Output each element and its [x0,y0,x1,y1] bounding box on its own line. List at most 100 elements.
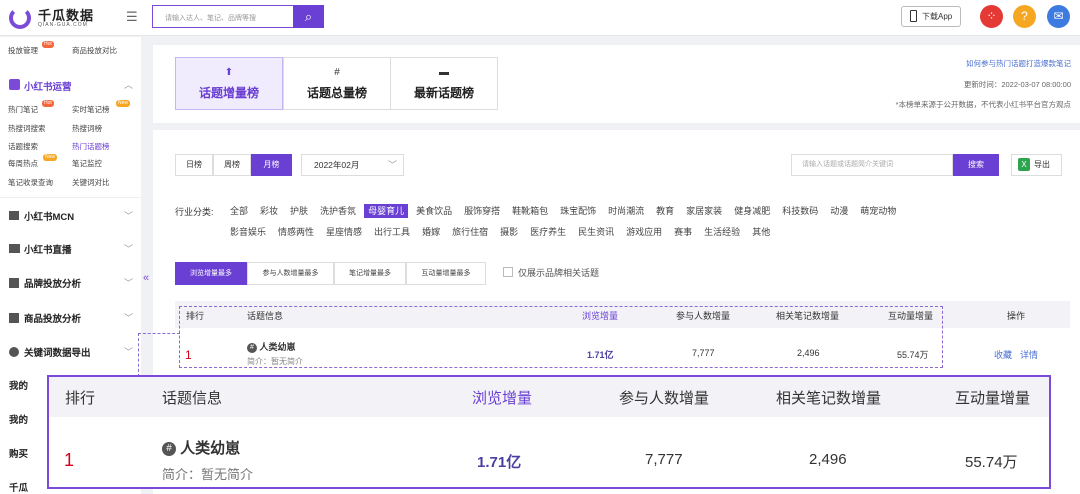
sidebar-section-my-fav[interactable]: 我的 [9,412,28,426]
category-categories_row1-13[interactable]: 科技数码 [778,204,822,218]
chevron-down-icon[interactable]: ﹀ [124,311,133,324]
sort-tab-participants[interactable]: 参与人数增量最多 [247,262,334,285]
category-categories_row1-4[interactable]: 母婴育儿 [364,204,409,218]
category-categories_row2-9[interactable]: 游戏应用 [622,225,666,239]
category-categories_row1-8[interactable]: 珠宝配饰 [556,204,600,218]
chevron-down-icon[interactable]: ﹀ [124,276,133,289]
sidebar-item-hot-topics[interactable]: 热门话题榜 [72,141,110,152]
message-icon[interactable]: ✉ [1047,5,1070,28]
detail-link[interactable]: 详情 [1020,348,1038,361]
menu-toggle-icon[interactable]: ☰ [126,9,138,25]
tab-topic-latest[interactable]: ▬ 最新话题榜 [390,57,498,110]
chevron-down-icon[interactable]: ﹀ [388,158,397,171]
highlight-box [179,306,943,368]
category-categories_row1-12[interactable]: 健身减肥 [730,204,774,218]
category-categories_row1-9[interactable]: 时尚潮流 [604,204,648,218]
category-categories_row2-4[interactable]: 婚嫁 [418,225,444,239]
category-categories_row2-0[interactable]: 影音娱乐 [226,225,270,239]
sidebar-item-weekly[interactable]: 每周热点 [8,158,38,169]
category-categories_row1-2[interactable]: 护肤 [286,204,312,218]
sidebar-section-qiangua[interactable]: 千瓜 [9,480,28,494]
chevron-down-icon[interactable]: ﹀ [124,345,133,358]
sidebar-section-my[interactable]: 我的 [9,378,28,392]
category-categories_row2-2[interactable]: 星座情感 [322,225,366,239]
category-categories_row1-7[interactable]: 鞋靴箱包 [508,204,552,218]
zoom-row-topic-wrap: # 人类幼崽 [162,437,240,458]
divider [0,197,141,198]
category-categories_row2-10[interactable]: 赛事 [670,225,696,239]
period-month[interactable]: 月榜 [251,154,292,176]
category-label: 行业分类: [175,207,214,217]
category-categories_row2-11[interactable]: 生活经验 [700,225,744,239]
sidebar-section-goods[interactable]: 商品投放分析 [24,311,81,325]
period-week[interactable]: 周榜 [213,154,251,176]
tab-topic-total[interactable]: # 话题总量榜 [283,57,391,110]
sidebar-section-purchase[interactable]: 购买 [9,446,28,460]
logo-subtext: QIAN-GUA.COM [38,22,88,28]
zoom-col-rank: 排行 [65,390,96,407]
chevron-down-icon[interactable]: ﹀ [124,242,133,255]
sidebar-item-compare[interactable]: 商品投放对比 [72,45,117,56]
chevron-down-icon[interactable]: ﹀ [124,209,133,222]
zoom-row-rank: 1 [64,450,75,470]
help-icon[interactable]: ? [1013,5,1036,28]
category-categories_row2-12[interactable]: 其他 [748,225,774,239]
period-day[interactable]: 日榜 [175,154,213,176]
tab-topic-increment[interactable]: ⬆ 话题增量榜 [175,57,283,110]
zoom-col-interactions: 互动量增量 [955,390,1031,407]
zoom-col-participants: 参与人数增量 [619,390,710,407]
category-categories_row2-5[interactable]: 旅行住宿 [448,225,492,239]
sidebar-item-keyword-compare[interactable]: 关键词对比 [72,177,110,188]
new-badge: New [116,100,131,107]
category-categories_row2-3[interactable]: 出行工具 [370,225,414,239]
sidebar-section-mcn[interactable]: 小红书MCN [24,209,74,223]
sidebar-section-redbook[interactable]: 小红书运营 [24,79,72,93]
category-categories_row1-6[interactable]: 服饰穿搭 [460,204,504,218]
sidebar-section-keyword-export[interactable]: 关键词数据导出 [24,345,91,359]
topic-search-button[interactable]: 搜索 [953,154,999,176]
sidebar-item-realtime-notes[interactable]: 实时笔记榜 [72,104,110,115]
category-categories_row1-11[interactable]: 家居家装 [682,204,726,218]
category-categories_row1-10[interactable]: 教育 [652,204,678,218]
category-categories_row2-7[interactable]: 医疗养生 [526,225,570,239]
sidebar-item-delivery[interactable]: 投放管理 [8,45,38,56]
category-categories_row1-14[interactable]: 动漫 [826,204,852,218]
goods-icon [9,313,19,323]
brand-only-label: 仅展示品牌相关话题 [518,268,600,278]
sidebar-item-note-index[interactable]: 笔记收录查询 [8,177,53,188]
sidebar-item-hot-notes[interactable]: 热门笔记 [8,104,38,115]
global-search-input[interactable]: 请输入达人、笔记、品牌等搜 [152,5,293,28]
apps-icon[interactable]: ⁘ [980,5,1003,28]
arrow-up-icon: ⬆ [224,67,234,78]
category-categories_row2-1[interactable]: 情感两性 [274,225,318,239]
category-categories_row1-1[interactable]: 彩妆 [256,204,282,218]
sidebar-item-note-monitor[interactable]: 笔记监控 [72,158,102,169]
chevron-up-icon[interactable]: ︿ [124,78,133,91]
sidebar-item-hot-search[interactable]: 热搜词搜索 [8,123,46,134]
category-categories_row2-6[interactable]: 摄影 [496,225,522,239]
sidebar-section-live[interactable]: 小红书直播 [24,242,72,256]
new-badge: New [43,154,58,161]
category-categories_row1-5[interactable]: 美食饮品 [412,204,456,218]
sort-tab-notes[interactable]: 笔记增量最多 [334,262,406,285]
sidebar-item-hot-words[interactable]: 热搜词榜 [72,123,102,134]
logo-icon[interactable] [9,7,31,29]
collapse-sidebar-icon[interactable]: « [143,272,149,284]
brand-only-checkbox[interactable] [503,267,513,277]
category-categories_row2-8[interactable]: 民生资讯 [574,225,618,239]
comment-icon: ▬ [439,67,449,78]
sort-tab-interactions[interactable]: 互动量增量最多 [406,262,486,285]
zoom-row-interactions: 55.74万 [965,454,1018,471]
global-search-button[interactable]: ⌕ [293,5,324,28]
category-categories_row1-0[interactable]: 全部 [226,204,252,218]
category-categories_row1-3[interactable]: 洗护香氛 [316,204,360,218]
sidebar-item-topic-search[interactable]: 话题搜索 [8,141,38,152]
sort-tab-views[interactable]: 浏览增量最多 [175,262,247,285]
export-data-icon [9,347,19,357]
topic-keyword-input[interactable]: 请输入话题或话题简介关键词 [791,154,953,176]
category-categories_row1-15[interactable]: 萌宠动物 [856,204,900,218]
sidebar-section-brand[interactable]: 品牌投放分析 [24,276,81,290]
help-link[interactable]: 如何参与热门话题打造爆款笔记 [966,58,1071,69]
favorite-link[interactable]: 收藏 [994,348,1012,361]
category-row-2: 影音娱乐 情感两性 星座情感 出行工具 婚嫁 旅行住宿 摄影 医疗养生 民生资讯 游戏应用 赛事 生活… [226,222,1066,240]
